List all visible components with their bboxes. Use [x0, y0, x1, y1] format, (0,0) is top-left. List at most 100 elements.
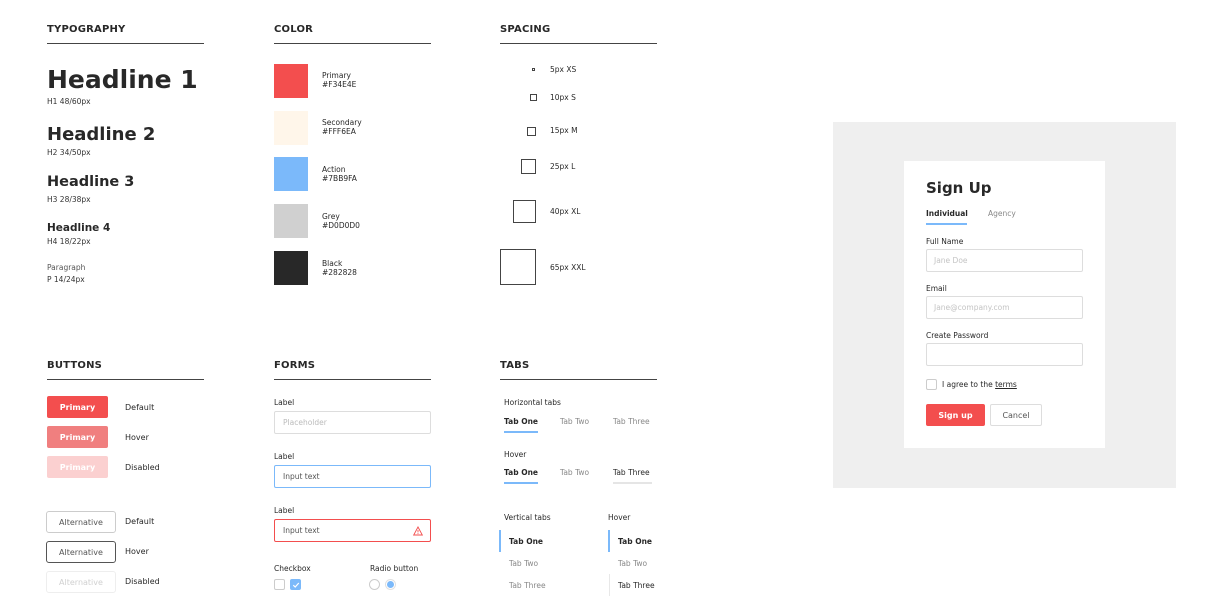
field-label: Label — [274, 398, 295, 407]
terms-link[interactable]: terms — [995, 380, 1017, 389]
spacing-l-sample — [521, 159, 536, 174]
full-name-placeholder: Jane Doe — [934, 256, 968, 265]
spacing-xl-sample — [513, 200, 536, 223]
vertical-tabs-heading: Vertical tabs — [504, 513, 551, 522]
secondary-color-hex: #FFF6EA — [322, 127, 356, 136]
email-placeholder: Jane@company.com — [934, 303, 1010, 312]
color-section-title: COLOR — [274, 24, 314, 35]
primary-button-default[interactable]: Primary — [47, 396, 108, 418]
spacing-s-sample — [530, 94, 537, 101]
spacing-s-label: 10px S — [550, 93, 576, 102]
state-label-default: Default — [125, 403, 155, 412]
tab-two[interactable]: Tab Two — [560, 417, 589, 426]
email-field[interactable]: Jane@company.com — [926, 296, 1083, 319]
section-divider — [500, 379, 657, 380]
headline-1-spec: H1 48/60px — [47, 97, 91, 106]
text-input-focused[interactable]: Input text — [274, 465, 431, 488]
secondary-color-swatch — [274, 111, 308, 145]
primary-button-hover[interactable]: Primary — [47, 426, 108, 448]
checkmark-icon — [292, 582, 299, 588]
radio-selected[interactable] — [385, 579, 396, 590]
input-value-text: Input text — [283, 472, 320, 481]
terms-agreement: I agree to the terms — [942, 380, 1017, 389]
tab-one-active[interactable]: Tab One — [504, 417, 538, 426]
text-input-placeholder[interactable]: Placeholder — [274, 411, 431, 434]
headline-3-spec: H3 28/38px — [47, 195, 91, 204]
tabs-section-title: TABS — [500, 360, 530, 371]
hover-vertical-tab-indicator — [609, 574, 610, 596]
input-placeholder-text: Placeholder — [283, 418, 327, 427]
state-label-default: Default — [125, 517, 155, 526]
black-color-hex: #282828 — [322, 268, 357, 277]
alternative-button-hover[interactable]: Alternative — [46, 541, 116, 563]
alternative-button-disabled: Alternative — [46, 571, 116, 593]
hover-tab-underline — [613, 482, 652, 484]
signup-title: Sign Up — [926, 179, 992, 197]
field-label: Label — [274, 452, 295, 461]
active-tab-underline — [504, 482, 538, 484]
password-label: Create Password — [926, 331, 989, 340]
section-divider — [274, 43, 431, 44]
tab-three[interactable]: Tab Three — [613, 417, 650, 426]
section-divider — [500, 43, 657, 44]
vertical-hover-heading: Hover — [608, 513, 631, 522]
forms-section-title: FORMS — [274, 360, 316, 371]
state-label-disabled: Disabled — [125, 463, 160, 472]
vertical-tab-three[interactable]: Tab Three — [509, 581, 546, 590]
spacing-xxl-label: 65px XXL — [550, 263, 586, 272]
terms-checkbox[interactable] — [926, 379, 937, 390]
full-name-field[interactable]: Jane Doe — [926, 249, 1083, 272]
state-label-hover: Hover — [125, 433, 149, 442]
tab-individual[interactable]: Individual — [926, 209, 968, 218]
paragraph-spec: P 14/24px — [47, 275, 85, 284]
tab-two[interactable]: Tab Two — [560, 468, 589, 477]
spacing-l-label: 25px L — [550, 162, 576, 171]
active-tab-underline — [926, 223, 967, 225]
section-divider — [47, 379, 204, 380]
spacing-m-sample — [527, 127, 536, 136]
headline-1-sample: Headline 1 — [47, 65, 198, 94]
active-vertical-tab-indicator — [608, 530, 610, 552]
vertical-tab-one-active[interactable]: Tab One — [509, 537, 543, 546]
field-label: Label — [274, 506, 295, 515]
hover-tabs-heading: Hover — [504, 450, 527, 459]
active-tab-underline — [504, 431, 538, 433]
alternative-button-default[interactable]: Alternative — [46, 511, 116, 533]
text-input-error[interactable]: Input text — [274, 519, 431, 542]
spacing-xs-sample — [532, 68, 535, 71]
vertical-tab-three-hovered[interactable]: Tab Three — [618, 581, 655, 590]
tab-agency[interactable]: Agency — [988, 209, 1016, 218]
active-vertical-tab-indicator — [499, 530, 501, 552]
cancel-button[interactable]: Cancel — [990, 404, 1042, 426]
full-name-label: Full Name — [926, 237, 964, 246]
primary-button-disabled: Primary — [47, 456, 108, 478]
primary-color-swatch — [274, 64, 308, 98]
headline-2-sample: Headline 2 — [47, 124, 156, 145]
radio-heading: Radio button — [370, 564, 419, 573]
grey-color-hex: #D0D0D0 — [322, 221, 360, 230]
action-color-swatch — [274, 157, 308, 191]
checkbox-unchecked[interactable] — [274, 579, 285, 590]
section-divider — [274, 379, 431, 380]
terms-agree-text: I agree to the — [942, 380, 993, 389]
email-label: Email — [926, 284, 947, 293]
signup-button[interactable]: Sign up — [926, 404, 985, 426]
vertical-tab-one-active[interactable]: Tab One — [618, 537, 652, 546]
password-field[interactable] — [926, 343, 1083, 366]
spacing-m-label: 15px M — [550, 126, 578, 135]
spacing-section-title: SPACING — [500, 24, 551, 35]
vertical-tab-two[interactable]: Tab Two — [618, 559, 647, 568]
primary-color-hex: #F34E4E — [322, 80, 357, 89]
tab-one-active[interactable]: Tab One — [504, 468, 538, 477]
buttons-section-title: BUTTONS — [47, 360, 103, 371]
checkbox-heading: Checkbox — [274, 564, 311, 573]
spacing-xs-label: 5px XS — [550, 65, 577, 74]
warning-icon — [412, 526, 424, 538]
headline-4-sample: Headline 4 — [47, 222, 111, 234]
radio-unselected[interactable] — [369, 579, 380, 590]
grey-color-swatch — [274, 204, 308, 238]
vertical-tab-two[interactable]: Tab Two — [509, 559, 538, 568]
checkbox-checked[interactable] — [290, 579, 301, 590]
tab-three-hovered[interactable]: Tab Three — [613, 468, 650, 477]
horizontal-tabs-heading: Horizontal tabs — [504, 398, 561, 407]
